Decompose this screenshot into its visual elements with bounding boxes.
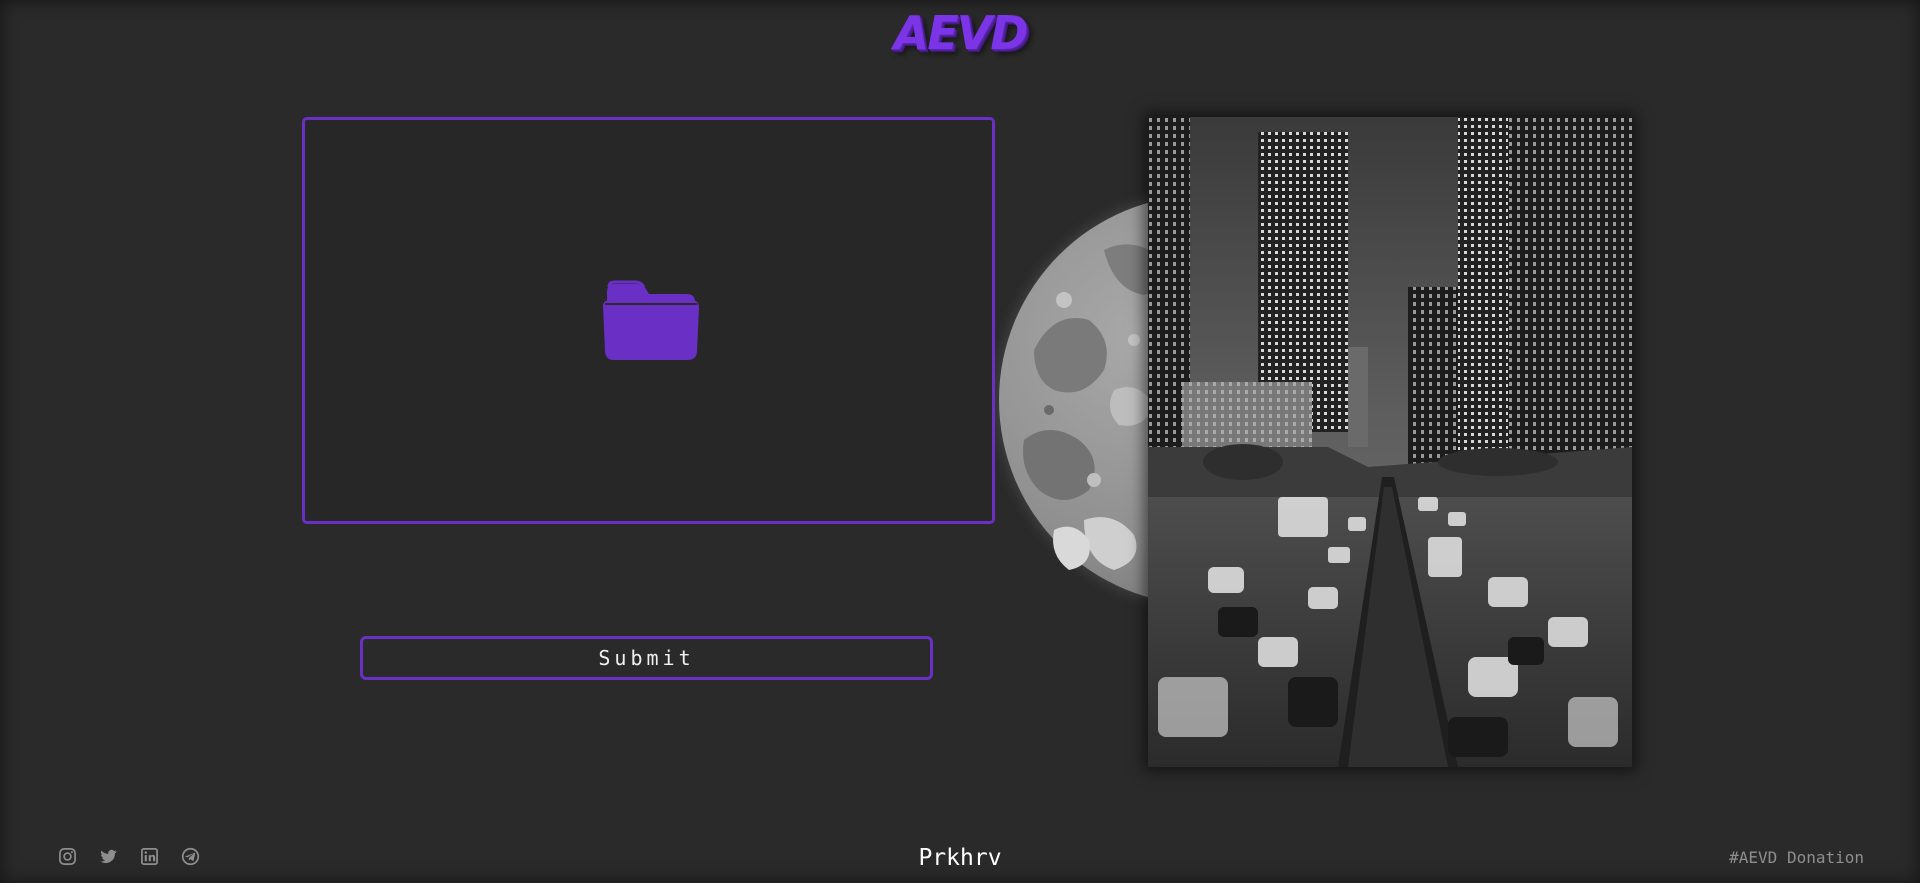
submit-button[interactable]: Submit: [360, 636, 933, 680]
author-name: Prkhrv: [918, 845, 1002, 871]
logo[interactable]: AEVD: [0, 6, 1920, 60]
file-drop-zone[interactable]: [302, 117, 995, 524]
city-traffic-photo: [1148, 117, 1632, 767]
donation-link[interactable]: #AEVD Donation: [1729, 848, 1864, 867]
folder-icon[interactable]: [601, 278, 701, 362]
